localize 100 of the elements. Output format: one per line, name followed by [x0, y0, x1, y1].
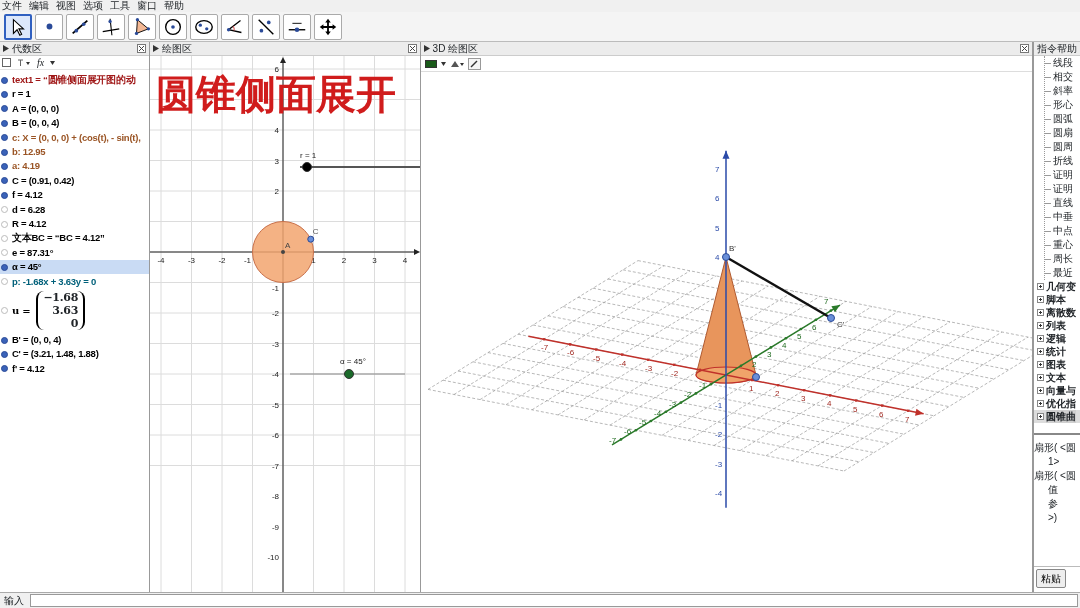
expand-icon[interactable]	[1037, 413, 1044, 420]
algebra-entry[interactable]: B' = (0, 0, 4)	[12, 332, 62, 348]
line-style-icon[interactable]	[449, 59, 464, 68]
tool-button[interactable]	[283, 13, 311, 40]
slider-handle[interactable]	[301, 162, 312, 172]
algebra-entry[interactable]: f = 4.12	[12, 188, 43, 203]
algebra-entry[interactable]: b: 12.95	[12, 145, 46, 160]
function-menu-button[interactable]: fx	[37, 55, 45, 70]
menu-item[interactable]: 窗口	[137, 0, 157, 12]
visibility-toggle[interactable]	[1, 365, 8, 373]
visibility-toggle[interactable]	[1, 177, 8, 185]
expand-icon[interactable]	[1037, 361, 1044, 368]
algebra-entry[interactable]: r = 1	[12, 87, 31, 102]
command-group[interactable]: 列表	[1046, 319, 1066, 332]
visibility-toggle[interactable]	[1, 249, 8, 257]
algebra-entry[interactable]: e = 87.31°	[12, 245, 54, 260]
command-group[interactable]: 图表	[1046, 358, 1066, 371]
menu-item[interactable]: 工具	[110, 0, 130, 12]
toggle-auxiliary-icon[interactable]	[2, 58, 11, 67]
close-icon[interactable]	[136, 44, 146, 53]
tool-button[interactable]	[159, 13, 187, 40]
visibility-toggle[interactable]	[1, 307, 8, 315]
algebra-entry[interactable]: A = (0, 0, 0)	[12, 101, 59, 117]
tool-button[interactable]	[4, 13, 32, 40]
collapse-arrow-icon[interactable]	[152, 45, 159, 52]
algebra-entry[interactable]: C' = (3.21, 1.48, 1.88)	[12, 347, 99, 362]
command-group[interactable]: 脚本	[1046, 293, 1066, 306]
menu-item[interactable]: 编辑	[29, 0, 49, 12]
command-group[interactable]: 离散数	[1046, 306, 1076, 319]
point[interactable]	[751, 373, 760, 381]
algebra-entry[interactable]: d = 6.28	[12, 202, 46, 217]
command-group[interactable]: 圆锥曲	[1046, 410, 1076, 423]
panel-title: 指令帮助	[1037, 42, 1077, 56]
algebra-entry[interactable]: u =	[12, 303, 31, 319]
menu-item[interactable]: 选项	[83, 0, 103, 12]
expand-icon[interactable]	[1037, 348, 1044, 355]
algebra-entry[interactable]: 文本BC = “BC = 4.12”	[12, 231, 105, 246]
visibility-toggle[interactable]	[1, 191, 8, 199]
slider-handle[interactable]	[343, 369, 354, 379]
tool-button[interactable]	[97, 13, 125, 40]
command-group[interactable]: 优化指	[1046, 397, 1076, 410]
menu-item[interactable]: 帮助	[164, 0, 184, 12]
point[interactable]	[307, 235, 315, 243]
command-group[interactable]: 向量与	[1046, 384, 1076, 397]
menu-item[interactable]: 文件	[2, 0, 22, 12]
input-field[interactable]	[30, 594, 1078, 607]
visibility-toggle[interactable]	[1, 148, 8, 156]
visibility-toggle[interactable]	[1, 76, 8, 84]
visibility-toggle[interactable]	[1, 263, 8, 271]
tool-button[interactable]	[221, 13, 249, 40]
expand-icon[interactable]	[1037, 387, 1044, 394]
expand-icon[interactable]	[1037, 283, 1044, 290]
algebra-entry[interactable]: a: 4.19	[12, 159, 40, 174]
close-icon[interactable]	[407, 44, 417, 53]
tool-button[interactable]	[314, 13, 342, 40]
algebra-entry[interactable]: p: -1.68x + 3.63y = 0	[12, 274, 96, 289]
style-toggle-button[interactable]	[467, 57, 481, 70]
expand-icon[interactable]	[1037, 309, 1044, 316]
visibility-toggle[interactable]	[1, 119, 8, 127]
algebra-entry[interactable]: c: X = (0, 0, 0) + (cos(t), - sin(t),	[12, 130, 141, 145]
tool-button[interactable]	[66, 13, 94, 40]
visibility-toggle[interactable]	[1, 134, 8, 142]
tool-button[interactable]	[128, 13, 156, 40]
expand-icon[interactable]	[1037, 374, 1044, 381]
tool-button[interactable]	[252, 13, 280, 40]
algebra-entry[interactable]: B = (0, 0, 4)	[12, 116, 60, 131]
expand-icon[interactable]	[1037, 400, 1044, 407]
algebra-entry[interactable]: C = (0.91, 0.42)	[12, 173, 75, 189]
sort-icon[interactable]	[17, 58, 31, 67]
collapse-arrow-icon[interactable]	[3, 45, 9, 52]
color-swatch[interactable]	[424, 59, 437, 68]
tool-button[interactable]	[35, 13, 63, 40]
visibility-toggle[interactable]	[1, 350, 8, 358]
command-group[interactable]: 统计	[1046, 345, 1066, 358]
visibility-toggle[interactable]	[1, 278, 8, 286]
algebra-entry[interactable]: R = 4.12	[12, 216, 47, 232]
expand-icon[interactable]	[1037, 335, 1044, 342]
visibility-toggle[interactable]	[1, 336, 8, 344]
visibility-toggle[interactable]	[1, 163, 8, 171]
algebra-entry[interactable]: f' = 4.12	[12, 361, 45, 376]
caret-icon[interactable]	[440, 61, 446, 66]
paste-button[interactable]: 粘贴	[1036, 569, 1066, 588]
close-icon[interactable]	[1020, 44, 1029, 53]
command-group[interactable]: 几何变	[1046, 280, 1076, 293]
visibility-toggle[interactable]	[1, 220, 8, 228]
visibility-toggle[interactable]	[1, 235, 8, 242]
point[interactable]	[721, 253, 730, 261]
tool-button[interactable]	[190, 13, 218, 40]
visibility-toggle[interactable]	[1, 105, 8, 113]
menu-item[interactable]: 视图	[56, 0, 76, 12]
visibility-toggle[interactable]	[1, 91, 8, 99]
point[interactable]	[826, 314, 835, 322]
command-group[interactable]: 逻辑	[1046, 332, 1066, 345]
expand-icon[interactable]	[1037, 322, 1044, 329]
command-group[interactable]: 文本	[1046, 371, 1066, 384]
expand-icon[interactable]	[1037, 296, 1044, 303]
algebra-entry[interactable]: text1 = “圆锥侧面展开图的动	[12, 73, 136, 88]
collapse-arrow-icon[interactable]	[423, 45, 430, 52]
caret-icon[interactable]	[50, 60, 56, 65]
visibility-toggle[interactable]	[1, 206, 8, 214]
